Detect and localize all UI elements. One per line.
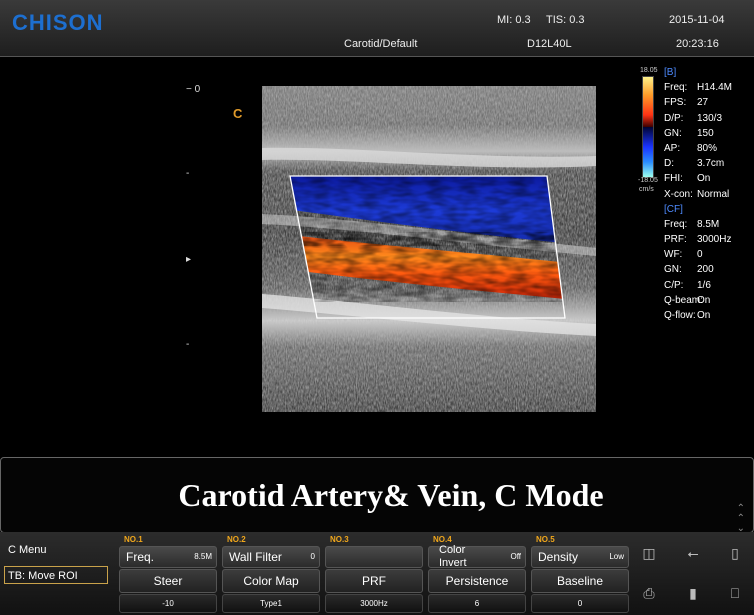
color-velocity-scale	[642, 76, 654, 178]
exam-preset: Carotid/Default	[344, 38, 418, 50]
focus-marker: ▸	[186, 254, 192, 265]
top-bar: CHISON MI: 0.3 TIS: 0.3 2015-11-04 Carot…	[0, 0, 754, 57]
printer-icon[interactable]: ⎙	[640, 584, 658, 602]
knob-number: NO.3	[330, 535, 349, 544]
param-row: WF: 0	[664, 249, 703, 261]
steer-button[interactable]: Steer	[119, 569, 217, 593]
tis-readout: TIS: 0.3	[546, 14, 585, 26]
baseline-value: 0	[531, 594, 629, 613]
prf-value: 3000Hz	[325, 594, 423, 613]
knob-number: NO.5	[536, 535, 555, 544]
param-row: GN: 150	[664, 127, 714, 139]
trackball-mode[interactable]: TB: Move ROI	[4, 566, 108, 584]
knob-2[interactable]: NO.2 Wall Filter 0 Color Map Type1	[221, 534, 321, 613]
param-row: GN: 200	[664, 264, 714, 276]
wall-filter-button[interactable]: Wall Filter 0	[222, 546, 320, 568]
param-row: AP: 80%	[664, 142, 718, 154]
exam-time: 20:23:16	[676, 38, 719, 50]
param-row: Freq: 8.5M	[664, 218, 720, 230]
param-row: PRF: 3000Hz	[664, 234, 732, 246]
exam-date: 2015-11-04	[669, 14, 725, 26]
param-row: D/P: 130/3	[664, 112, 723, 124]
depth-tick-0: − 0	[186, 84, 201, 95]
knob-1[interactable]: NO.1 Freq. 8.5M Steer -10	[118, 534, 218, 613]
storage-icon[interactable]: ▯	[726, 544, 744, 562]
parameter-panel: [B] Freq: H14.4M FPS: 27 D/P: 130/3 GN: 150 …	[662, 65, 754, 323]
baseline-button[interactable]: Baseline	[531, 569, 629, 593]
caption-text: Carotid Artery& Vein, C Mode	[178, 477, 604, 513]
freq-button[interactable]: Freq. 8.5M	[119, 546, 217, 568]
param-row: FHI: On	[664, 173, 711, 185]
usb-icon[interactable]: ⭠	[684, 544, 702, 562]
steer-value: -10	[119, 594, 217, 613]
bottom-menu: C Menu TB: Move ROI NO.1 Freq. 8.5M Steer…	[0, 532, 754, 615]
persistence-value: 6	[428, 594, 526, 613]
param-row: Q-flow: On	[664, 310, 711, 321]
color-invert-button[interactable]: Color Invert Off	[428, 544, 526, 569]
knob-4[interactable]: NO.4 Color Invert Off Persistence 6	[427, 534, 527, 613]
knob-5[interactable]: NO.5 Density Low Baseline 0	[530, 534, 630, 613]
scale-min: -18.05	[638, 177, 658, 184]
color-map-value: Type1	[222, 594, 320, 613]
caption-panel: Carotid Artery& Vein, C Mode ⌃⌃⌄⌄	[0, 457, 754, 544]
monitor-icon[interactable]: ⎕	[726, 584, 744, 602]
mode-marker: C	[233, 106, 243, 121]
menu-title: C Menu	[8, 544, 47, 556]
cf-mode-header: [CF]	[664, 203, 683, 215]
brand-logo: CHISON	[12, 10, 104, 35]
knob-number: NO.2	[227, 535, 246, 544]
knob-number: NO.4	[433, 535, 452, 544]
depth-tick-1: -	[186, 168, 190, 179]
density-button[interactable]: Density Low	[531, 546, 629, 568]
battery-icon: ▮	[689, 585, 697, 601]
param-row: D: 3.7cm	[664, 158, 725, 170]
depth-tick-3: -	[186, 339, 190, 350]
ultrasound-image[interactable]	[262, 86, 596, 412]
persistence-button[interactable]: Persistence	[428, 569, 526, 593]
knob-number: NO.1	[124, 535, 143, 544]
network-icon[interactable]: ◫	[640, 544, 658, 562]
b-mode-header: [B]	[664, 67, 677, 78]
param-row: Freq: H14.4M	[664, 82, 733, 94]
color-map-button[interactable]: Color Map	[222, 569, 320, 593]
knob-3-top-button[interactable]	[325, 546, 423, 568]
scale-max: 18.05	[640, 67, 658, 74]
knob-3[interactable]: NO.3 PRF 3000Hz	[324, 534, 424, 613]
scale-unit: cm/s	[639, 186, 654, 193]
param-row: FPS: 27	[664, 97, 709, 109]
prf-button[interactable]: PRF	[325, 569, 423, 593]
param-row: Q-beam: On	[664, 294, 711, 306]
probe-name: D12L40L	[527, 38, 572, 50]
param-row: C/P: 1/6	[664, 279, 711, 291]
param-row: X-con: Normal	[664, 188, 730, 200]
mi-readout: MI: 0.3	[497, 14, 531, 26]
